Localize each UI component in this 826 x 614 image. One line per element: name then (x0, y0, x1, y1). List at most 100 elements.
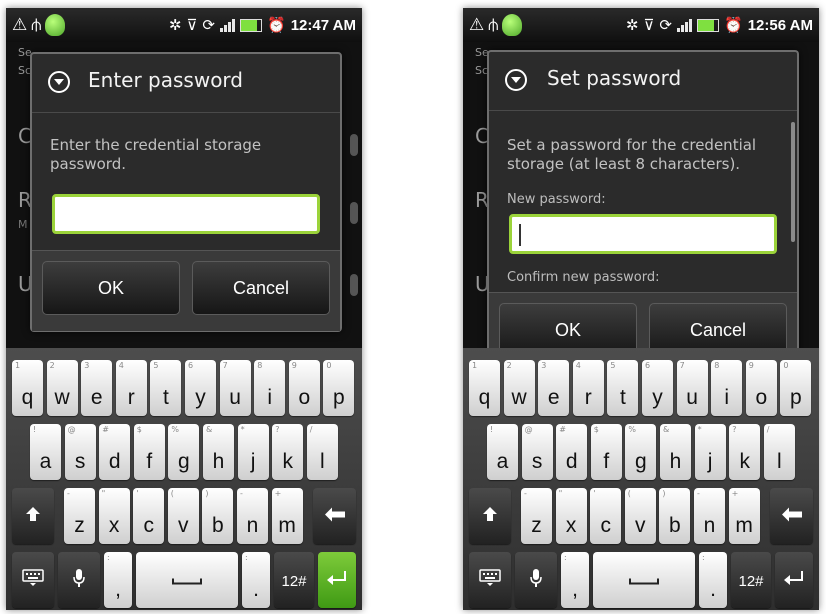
dialog-message: Set a password for the credential storag… (507, 136, 757, 173)
key-y[interactable]: 6y (642, 360, 673, 416)
key-m[interactable]: + m (728, 488, 760, 544)
signal-icon (220, 18, 235, 32)
key-z[interactable]: -z (521, 488, 552, 544)
key-alt-label: 7 (679, 361, 685, 370)
space-key[interactable] (593, 552, 695, 608)
key-label: 12# (281, 573, 307, 590)
key-z[interactable]: -z (64, 488, 95, 544)
sync-icon: ⟳ (659, 16, 672, 34)
backspace-key[interactable] (770, 488, 813, 544)
key-y[interactable]: 6y (185, 360, 216, 416)
key-w[interactable]: 2w (503, 360, 535, 416)
key-o[interactable]: 9o (745, 360, 777, 416)
key-alt-label: @ (524, 425, 533, 434)
mic-icon (529, 568, 543, 592)
key-o[interactable]: 9o (288, 360, 320, 416)
key-b[interactable]: ) b (202, 488, 234, 544)
enter-key[interactable] (318, 552, 356, 608)
key-p[interactable]: 0p (323, 360, 355, 416)
key-m[interactable]: + m (271, 488, 303, 544)
key-x[interactable]: " x (555, 488, 587, 544)
bluetooth-icon: ✲ (625, 16, 639, 34)
phone-screen-left: ⚠ ⫛ ✲ ⊽ ⟳ ⏰ 12:47 AM Se Sc C R M U Enter… (6, 8, 362, 610)
key-i[interactable]: 8i (254, 360, 286, 416)
confirm-password-label: Confirm new password: (507, 270, 660, 285)
shift-key[interactable] (469, 488, 511, 544)
enter-key[interactable] (775, 552, 813, 608)
key-n[interactable]: -n (694, 488, 725, 544)
key-t[interactable]: 5t (607, 360, 639, 416)
new-password-input[interactable] (509, 214, 777, 254)
key-h[interactable]: & h (203, 424, 234, 480)
comma-key[interactable]: :, (104, 552, 132, 608)
key-g[interactable]: % g (168, 424, 200, 480)
key-alt-label: # (559, 425, 566, 434)
key-f[interactable]: $ f (590, 424, 622, 480)
key-e[interactable]: 3e (538, 360, 570, 416)
comma-key[interactable]: :, (561, 552, 589, 608)
password-input[interactable] (52, 194, 320, 234)
key-j[interactable]: * j (237, 424, 269, 480)
key-r[interactable]: 4r (572, 360, 604, 416)
key-b[interactable]: ) b (659, 488, 691, 544)
dialog-message: Enter the credential storage password. (50, 136, 262, 173)
key-label: h (669, 450, 682, 473)
key-j[interactable]: * j (694, 424, 726, 480)
key-r[interactable]: 4r (115, 360, 147, 416)
key-alt-label: 3 (541, 361, 547, 370)
key-k[interactable]: ? k (729, 424, 761, 480)
key-q[interactable]: 1q (12, 360, 43, 416)
key-u[interactable]: 7u (676, 360, 708, 416)
key-u[interactable]: 7u (219, 360, 251, 416)
key-alt-label: 6 (188, 361, 194, 370)
backspace-key[interactable] (313, 488, 356, 544)
key-i[interactable]: 8i (711, 360, 743, 416)
key-s[interactable]: @ s (64, 424, 96, 480)
mic-key[interactable] (58, 552, 100, 608)
key-e[interactable]: 3e (81, 360, 113, 416)
key-label: y (195, 386, 206, 409)
key-label: w (511, 386, 527, 409)
symbols-key[interactable]: 12# (274, 552, 314, 608)
key-a[interactable]: ! a (30, 424, 61, 480)
key-g[interactable]: % g (625, 424, 657, 480)
mic-key[interactable] (515, 552, 557, 608)
key-label: z (531, 514, 542, 537)
soft-keyboard: 1 q 2 w 3 e 4 r 5 t 6 y 7 u 8 i 9 o 0 p! a @ s # d $ f% g & h * j? k / l - z… (6, 348, 362, 610)
key-w[interactable]: 2w (46, 360, 78, 416)
key-l[interactable]: / l (306, 424, 338, 480)
space-key[interactable] (136, 552, 238, 608)
key-label: . (253, 578, 259, 601)
key-alt-label: " (558, 489, 563, 498)
usb-icon: ⫛ (31, 15, 42, 35)
period-key[interactable]: :. (699, 552, 727, 608)
ok-button[interactable]: OK (42, 261, 180, 315)
key-d[interactable]: # d (99, 424, 131, 480)
symbols-key[interactable]: 12# (731, 552, 771, 608)
period-key[interactable]: :. (242, 552, 270, 608)
mic-icon (72, 568, 86, 592)
cancel-button[interactable]: Cancel (192, 261, 330, 315)
key-v[interactable]: (v (624, 488, 656, 544)
key-x[interactable]: " x (98, 488, 130, 544)
keyboard-settings-key[interactable] (469, 552, 511, 608)
key-h[interactable]: & h (660, 424, 691, 480)
key-d[interactable]: # d (556, 424, 588, 480)
key-q[interactable]: 1q (469, 360, 500, 416)
key-a[interactable]: ! a (487, 424, 518, 480)
key-t[interactable]: 5t (150, 360, 182, 416)
key-alt-label: ! (33, 425, 37, 434)
key-k[interactable]: ? k (272, 424, 304, 480)
key-f[interactable]: $ f (133, 424, 165, 480)
key-c[interactable]: ' c (590, 488, 622, 544)
key-n[interactable]: -n (237, 488, 268, 544)
key-c[interactable]: ' c (133, 488, 165, 544)
key-l[interactable]: / l (763, 424, 795, 480)
key-p[interactable]: 0p (780, 360, 812, 416)
dialog-scrollbar[interactable] (791, 122, 795, 242)
shift-key[interactable] (12, 488, 54, 544)
key-s[interactable]: @ s (521, 424, 553, 480)
key-v[interactable]: (v (167, 488, 199, 544)
key-label: w (54, 386, 70, 409)
keyboard-settings-key[interactable] (12, 552, 54, 608)
